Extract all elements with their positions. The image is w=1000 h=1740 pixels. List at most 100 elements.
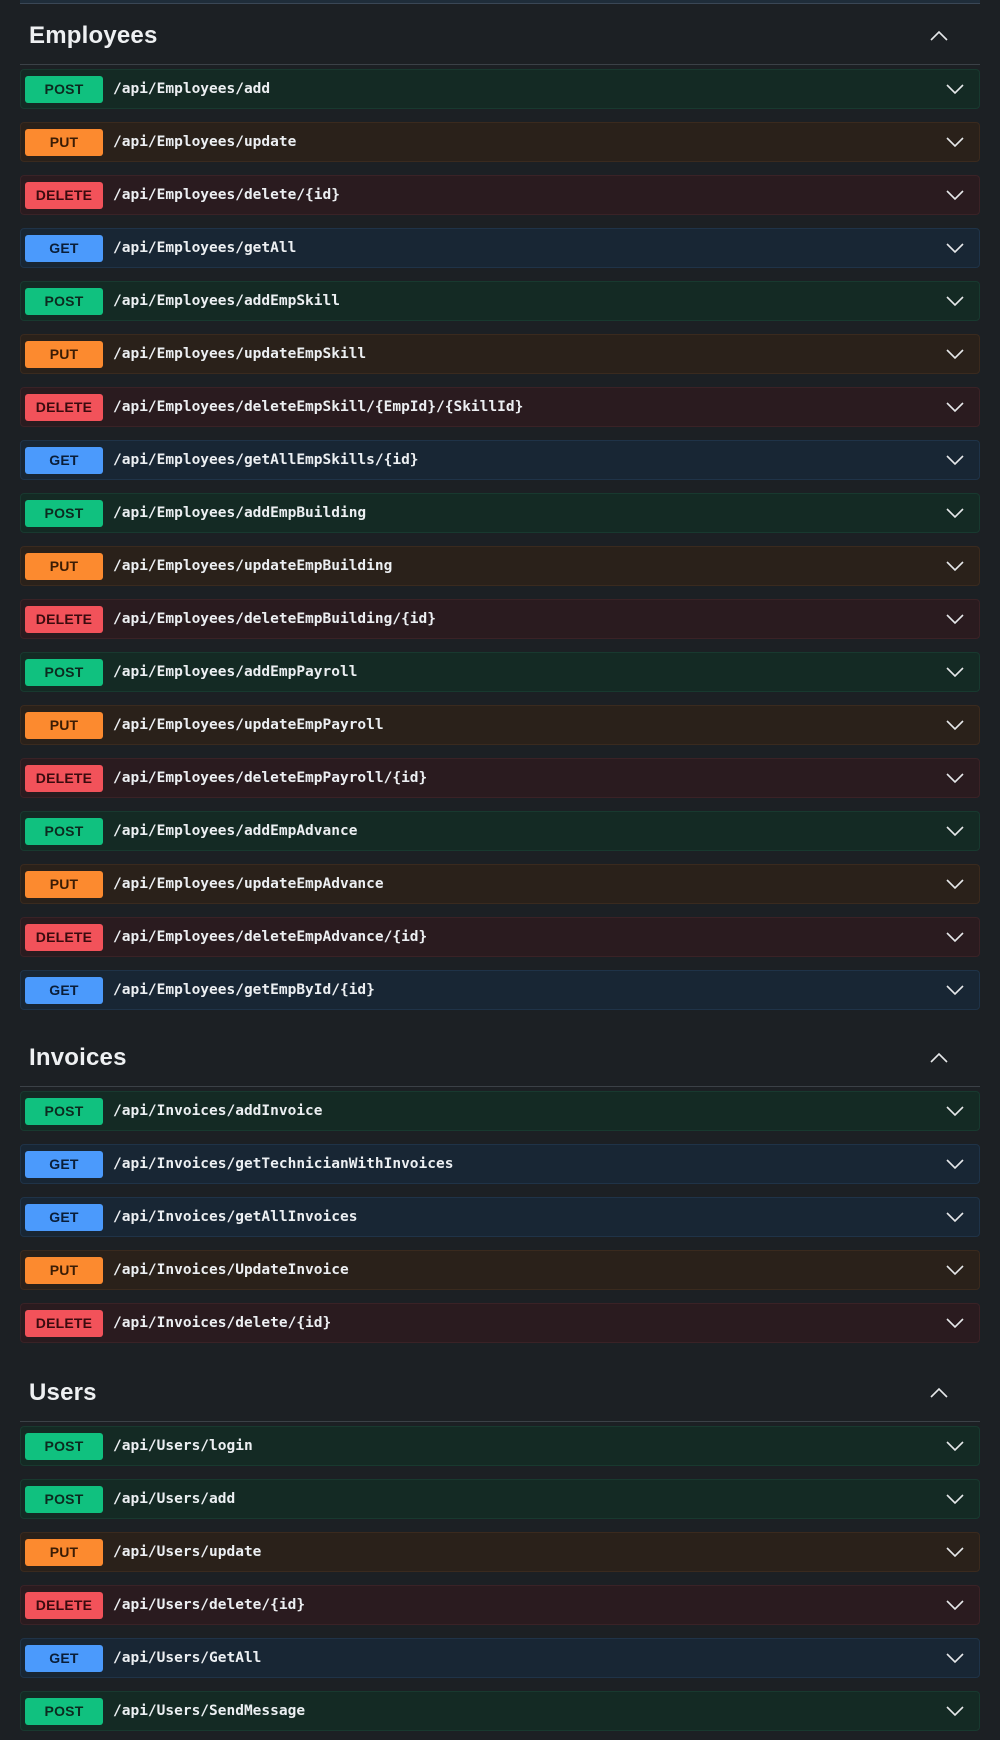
endpoint-path: /api/Employees/delete/{id}	[113, 187, 340, 203]
method-badge: DELETE	[25, 764, 103, 792]
operation-row-post[interactable]: POST /api/Invoices/addInvoice	[20, 1091, 980, 1131]
endpoint-path: /api/Employees/deleteEmpAdvance/{id}	[113, 929, 428, 945]
operation-row-post[interactable]: POST /api/Users/add	[20, 1479, 980, 1519]
chevron-down-icon[interactable]	[941, 605, 969, 633]
chevron-down-icon[interactable]	[941, 340, 969, 368]
operation-row-delete[interactable]: DELETE /api/Employees/deleteEmpBuilding/…	[20, 599, 980, 639]
chevron-up-icon[interactable]	[922, 19, 956, 53]
chevron-down-icon[interactable]	[941, 1203, 969, 1231]
chevron-down-icon[interactable]	[941, 923, 969, 951]
method-badge: POST	[25, 658, 103, 686]
chevron-down-icon[interactable]	[941, 75, 969, 103]
section-header[interactable]: Users	[20, 1364, 980, 1422]
operation-row-post[interactable]: POST /api/Users/login	[20, 1426, 980, 1466]
operation-row-post[interactable]: POST /api/Users/SendMessage	[20, 1691, 980, 1731]
chevron-down-icon[interactable]	[941, 552, 969, 580]
chevron-down-icon[interactable]	[941, 1309, 969, 1337]
method-badge: POST	[25, 287, 103, 315]
method-badge: POST	[25, 499, 103, 527]
endpoint-path: /api/Users/login	[113, 1438, 253, 1454]
method-badge: DELETE	[25, 1591, 103, 1619]
endpoint-path: /api/Users/update	[113, 1544, 262, 1560]
endpoint-path: /api/Employees/addEmpSkill	[113, 293, 340, 309]
method-badge: PUT	[25, 128, 103, 156]
chevron-down-icon[interactable]	[941, 870, 969, 898]
chevron-down-icon[interactable]	[941, 976, 969, 1004]
operation-row-post[interactable]: POST /api/Employees/addEmpPayroll	[20, 652, 980, 692]
chevron-down-icon[interactable]	[941, 1697, 969, 1725]
chevron-down-icon[interactable]	[941, 1256, 969, 1284]
chevron-down-icon[interactable]	[941, 234, 969, 262]
endpoint-path: /api/Users/delete/{id}	[113, 1597, 306, 1613]
method-badge: DELETE	[25, 605, 103, 633]
chevron-down-icon[interactable]	[941, 1150, 969, 1178]
operation-row-get[interactable]: GET /api/Invoices/getAllInvoices	[20, 1197, 980, 1237]
endpoint-path: /api/Invoices/UpdateInvoice	[113, 1262, 349, 1278]
operation-row-put[interactable]: PUT /api/Employees/updateEmpAdvance	[20, 864, 980, 904]
endpoint-path: /api/Invoices/delete/{id}	[113, 1315, 332, 1331]
sections-container: Employees POST /api/Employees/add PUT /a…	[20, 0, 980, 1731]
operation-row-delete[interactable]: DELETE /api/Invoices/delete/{id}	[20, 1303, 980, 1343]
chevron-down-icon[interactable]	[941, 711, 969, 739]
operation-row-post[interactable]: POST /api/Employees/addEmpAdvance	[20, 811, 980, 851]
chevron-down-icon[interactable]	[941, 1644, 969, 1672]
method-badge: POST	[25, 817, 103, 845]
operation-row-delete[interactable]: DELETE /api/Employees/delete/{id}	[20, 175, 980, 215]
chevron-down-icon[interactable]	[941, 446, 969, 474]
method-badge: POST	[25, 1432, 103, 1460]
chevron-down-icon[interactable]	[941, 128, 969, 156]
endpoint-path: /api/Employees/update	[113, 134, 297, 150]
endpoint-path: /api/Employees/getAll	[113, 240, 297, 256]
chevron-down-icon[interactable]	[941, 1432, 969, 1460]
method-badge: DELETE	[25, 1309, 103, 1337]
operation-row-put[interactable]: PUT /api/Employees/updateEmpPayroll	[20, 705, 980, 745]
endpoint-path: /api/Employees/addEmpBuilding	[113, 505, 367, 521]
operation-row-delete[interactable]: DELETE /api/Employees/deleteEmpSkill/{Em…	[20, 387, 980, 427]
chevron-down-icon[interactable]	[941, 1538, 969, 1566]
method-badge: GET	[25, 1203, 103, 1231]
operation-row-delete[interactable]: DELETE /api/Users/delete/{id}	[20, 1585, 980, 1625]
operation-row-put[interactable]: PUT /api/Invoices/UpdateInvoice	[20, 1250, 980, 1290]
chevron-down-icon[interactable]	[941, 1485, 969, 1513]
chevron-down-icon[interactable]	[941, 181, 969, 209]
operations-list: POST /api/Employees/add PUT /api/Employe…	[20, 65, 980, 1010]
operation-row-post[interactable]: POST /api/Employees/add	[20, 69, 980, 109]
operation-row-put[interactable]: PUT /api/Employees/updateEmpBuilding	[20, 546, 980, 586]
method-badge: DELETE	[25, 393, 103, 421]
endpoint-path: /api/Employees/deleteEmpPayroll/{id}	[113, 770, 428, 786]
method-badge: GET	[25, 1150, 103, 1178]
operation-row-get[interactable]: GET /api/Invoices/getTechnicianWithInvoi…	[20, 1144, 980, 1184]
endpoint-path: /api/Invoices/getAllInvoices	[113, 1209, 358, 1225]
chevron-down-icon[interactable]	[941, 817, 969, 845]
section-header[interactable]: Invoices	[20, 1029, 980, 1087]
chevron-down-icon[interactable]	[941, 393, 969, 421]
chevron-down-icon[interactable]	[941, 658, 969, 686]
method-badge: POST	[25, 1485, 103, 1513]
chevron-down-icon[interactable]	[941, 1097, 969, 1125]
operation-row-get[interactable]: GET /api/Users/GetAll	[20, 1638, 980, 1678]
operation-row-put[interactable]: PUT /api/Users/update	[20, 1532, 980, 1572]
operation-row-put[interactable]: PUT /api/Employees/update	[20, 122, 980, 162]
operation-row-post[interactable]: POST /api/Employees/addEmpSkill	[20, 281, 980, 321]
endpoint-path: /api/Employees/deleteEmpBuilding/{id}	[113, 611, 437, 627]
method-badge: DELETE	[25, 923, 103, 951]
chevron-up-icon[interactable]	[922, 1376, 956, 1410]
chevron-down-icon[interactable]	[941, 1591, 969, 1619]
endpoint-path: /api/Employees/updateEmpSkill	[113, 346, 367, 362]
chevron-up-icon[interactable]	[922, 1041, 956, 1075]
operation-row-delete[interactable]: DELETE /api/Employees/deleteEmpPayroll/{…	[20, 758, 980, 798]
chevron-down-icon[interactable]	[941, 764, 969, 792]
operation-row-get[interactable]: GET /api/Employees/getAll	[20, 228, 980, 268]
endpoint-path: /api/Employees/updateEmpBuilding	[113, 558, 393, 574]
operation-row-get[interactable]: GET /api/Employees/getAllEmpSkills/{id}	[20, 440, 980, 480]
operation-row-delete[interactable]: DELETE /api/Employees/deleteEmpAdvance/{…	[20, 917, 980, 957]
method-badge: POST	[25, 75, 103, 103]
chevron-down-icon[interactable]	[941, 499, 969, 527]
operation-row-get[interactable]: GET /api/Employees/getEmpById/{id}	[20, 970, 980, 1010]
method-badge: PUT	[25, 552, 103, 580]
section-header[interactable]: Employees	[20, 7, 980, 65]
chevron-down-icon[interactable]	[941, 287, 969, 315]
operation-row-post[interactable]: POST /api/Employees/addEmpBuilding	[20, 493, 980, 533]
method-badge: GET	[25, 234, 103, 262]
operation-row-put[interactable]: PUT /api/Employees/updateEmpSkill	[20, 334, 980, 374]
